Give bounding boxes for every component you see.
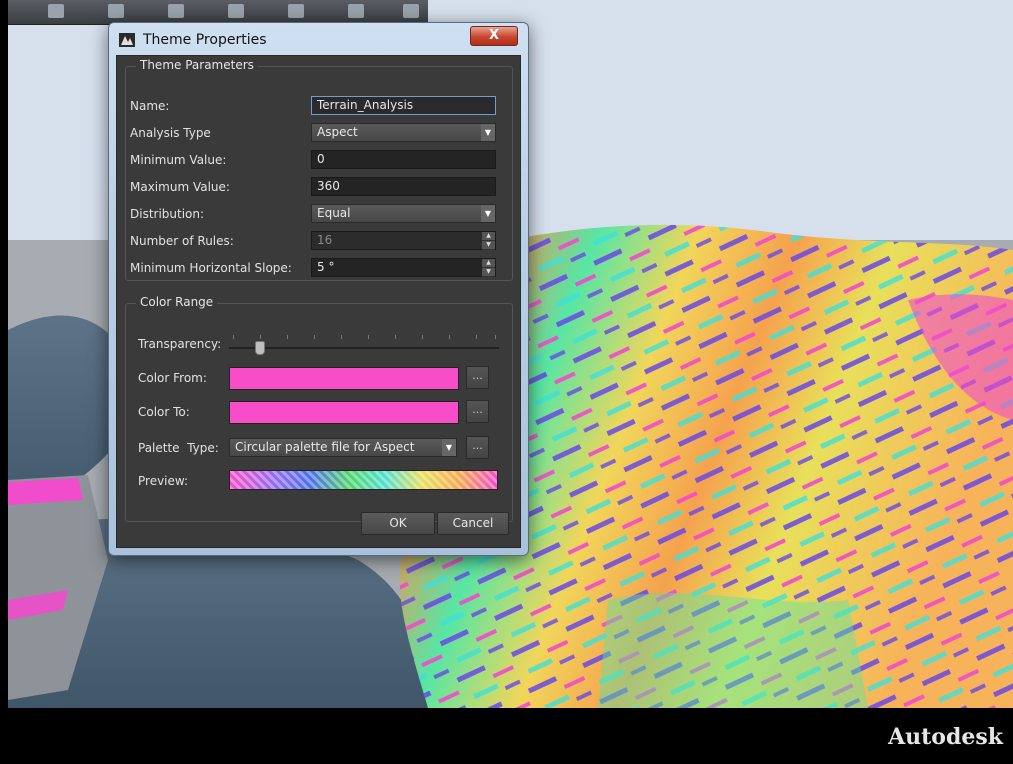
cancel-button[interactable]: Cancel <box>437 512 509 535</box>
chevron-down-icon[interactable]: ▼ <box>481 205 495 222</box>
min-horizontal-slope-stepper[interactable]: 5 ° ▲ ▼ <box>311 258 496 277</box>
number-of-rules-value: 16 <box>317 233 333 247</box>
toolbar-button-icon[interactable] <box>108 4 124 18</box>
slider-tick <box>422 335 423 339</box>
autodesk-logo: Autodesk <box>888 724 1003 750</box>
group-title: Color Range <box>136 295 218 309</box>
ok-button[interactable]: OK <box>361 512 435 535</box>
palette-type-label: Palette Type: <box>138 441 219 455</box>
color-from-label: Color From: <box>138 371 207 385</box>
name-field[interactable]: Terrain_Analysis <box>311 96 496 115</box>
slider-tick <box>476 335 477 339</box>
min-horizontal-slope-label: Minimum Horizontal Slope: <box>130 261 292 275</box>
dialog-titlebar[interactable]: Theme Properties X <box>109 23 528 55</box>
color-to-label: Color To: <box>138 405 190 419</box>
spinner-arrows-icon[interactable]: ▲ ▼ <box>482 232 495 250</box>
color-from-browse-button[interactable]: ... <box>466 366 489 389</box>
chevron-down-icon[interactable]: ▼ <box>442 439 456 456</box>
palette-type-value: Circular palette file for Aspect <box>235 440 415 454</box>
app-icon <box>119 33 135 47</box>
name-label: Name: <box>130 99 170 113</box>
analysis-type-select[interactable]: Aspect ▼ <box>311 123 496 142</box>
distribution-label: Distribution: <box>130 207 205 221</box>
slider-tick <box>368 335 369 339</box>
close-button[interactable]: X <box>470 26 518 46</box>
spinner-arrows-icon[interactable]: ▲ ▼ <box>482 259 495 277</box>
footer-bar: Autodesk <box>0 708 1013 764</box>
slider-tick <box>449 335 450 339</box>
color-from-swatch[interactable] <box>229 367 459 390</box>
maximum-value-field[interactable]: 360 <box>311 177 496 196</box>
preview-label: Preview: <box>138 474 189 488</box>
toolbar-button-icon[interactable] <box>288 4 304 18</box>
color-to-browse-button[interactable]: ... <box>466 400 489 423</box>
distribution-select[interactable]: Equal ▼ <box>311 204 496 223</box>
analysis-type-label: Analysis Type <box>130 126 211 140</box>
chevron-down-icon[interactable]: ▼ <box>481 124 495 141</box>
toolbar-button-icon[interactable] <box>228 4 244 18</box>
theme-properties-dialog: Theme Properties X Theme Parameters Name… <box>108 22 529 556</box>
toolbar-button-icon[interactable] <box>48 4 64 18</box>
minimum-value-label: Minimum Value: <box>130 153 227 167</box>
distribution-value: Equal <box>317 206 351 220</box>
dialog-title: Theme Properties <box>143 32 267 48</box>
group-title: Theme Parameters <box>136 58 258 72</box>
slider-track[interactable] <box>229 347 499 349</box>
slider-thumb[interactable] <box>255 341 266 355</box>
toolbar-button-icon[interactable] <box>348 4 364 18</box>
transparency-label: Transparency: <box>138 337 222 351</box>
maximum-value-label: Maximum Value: <box>130 180 230 194</box>
min-horizontal-slope-value: 5 ° <box>317 260 335 274</box>
palette-preview <box>229 470 498 490</box>
slider-tick <box>341 335 342 339</box>
slider-tick <box>233 335 234 339</box>
slider-tick <box>260 335 261 339</box>
palette-browse-button[interactable]: ... <box>466 436 489 459</box>
analysis-type-value: Aspect <box>317 125 358 139</box>
slider-tick <box>287 335 288 339</box>
toolbar-button-icon[interactable] <box>403 4 419 18</box>
number-of-rules-stepper[interactable]: 16 ▲ ▼ <box>311 231 496 250</box>
slider-tick <box>395 335 396 339</box>
minimum-value-field[interactable]: 0 <box>311 150 496 169</box>
slider-tick <box>314 335 315 339</box>
palette-type-select[interactable]: Circular palette file for Aspect ▼ <box>229 438 457 457</box>
color-to-swatch[interactable] <box>229 401 459 424</box>
toolbar-button-icon[interactable] <box>168 4 184 18</box>
number-of-rules-label: Number of Rules: <box>130 234 234 248</box>
slider-tick <box>495 335 496 339</box>
